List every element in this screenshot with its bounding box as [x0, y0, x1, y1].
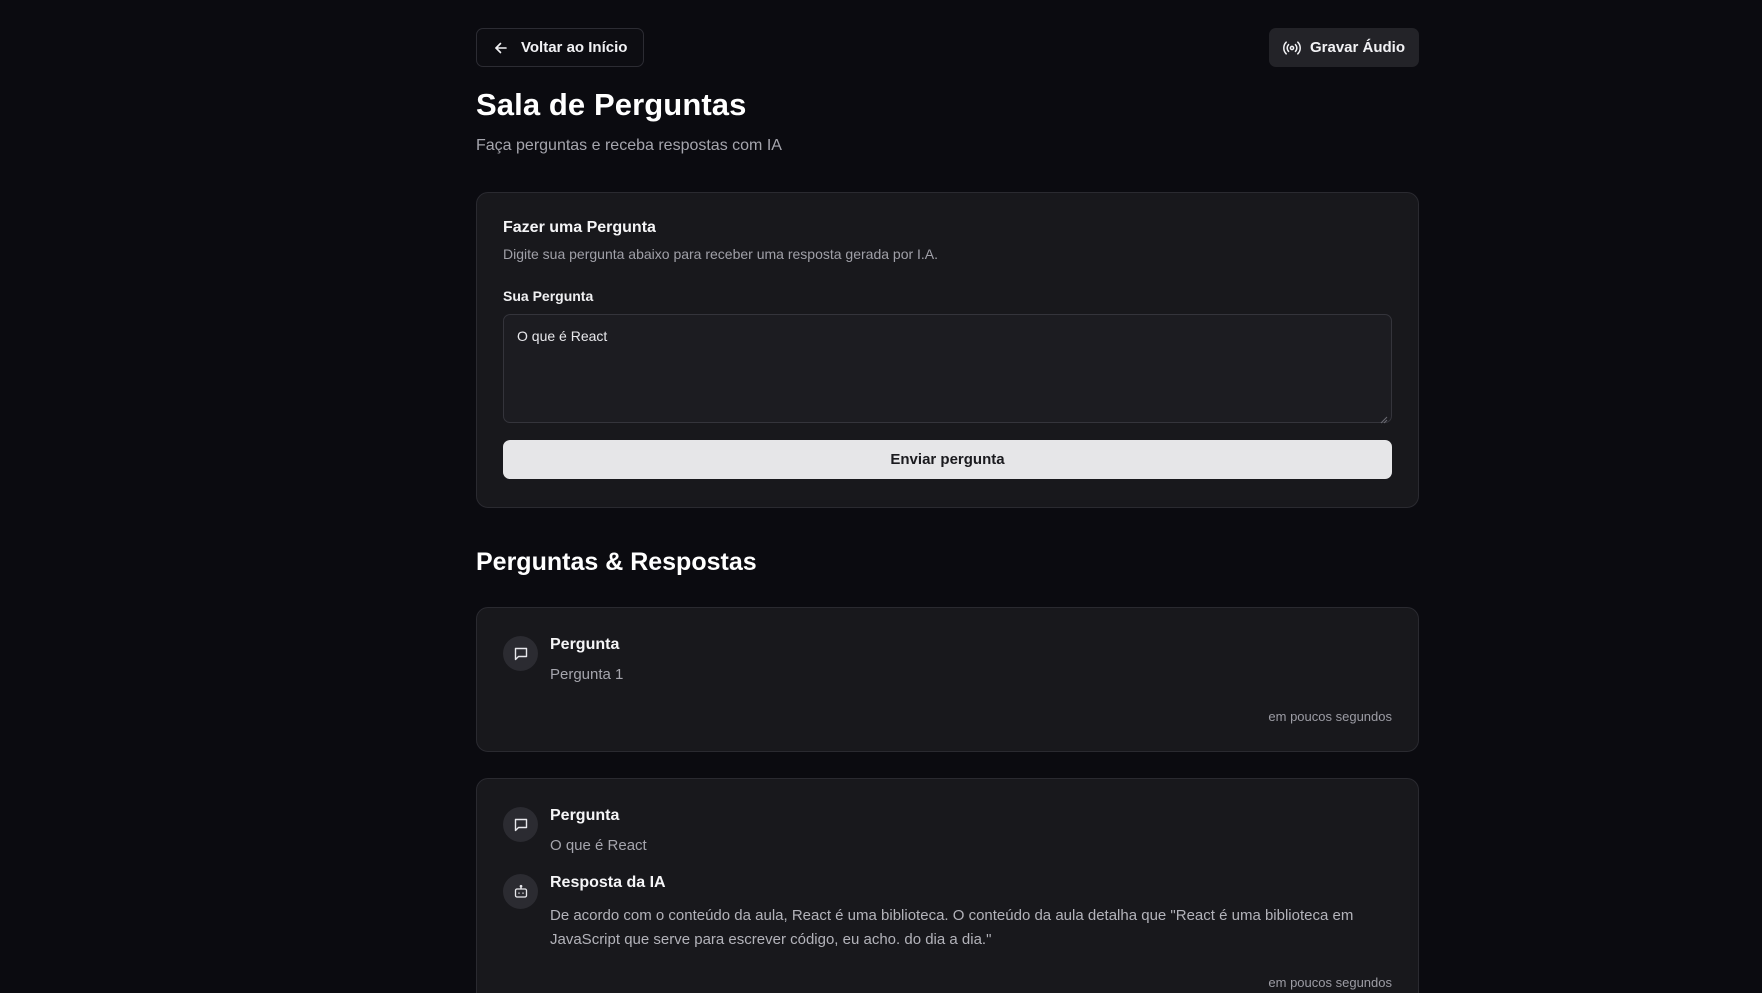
- message-square-icon: [513, 817, 529, 833]
- ask-question-card: Fazer uma Pergunta Digite sua pergunta a…: [476, 192, 1419, 508]
- bot-icon: [513, 884, 529, 900]
- question-textarea-value: O que é React: [517, 328, 608, 344]
- page-subtitle: Faça perguntas e receba respostas com IA: [476, 137, 782, 154]
- timestamp: em poucos segundos: [1268, 975, 1392, 990]
- back-to-home-label: Voltar ao Início: [521, 39, 628, 56]
- qa-section-title: Perguntas & Respostas: [476, 548, 757, 576]
- radio-broadcast-icon: [1283, 40, 1301, 56]
- back-to-home-button[interactable]: Voltar ao Início: [476, 28, 645, 67]
- page-title: Sala de Perguntas: [476, 87, 747, 122]
- question-heading: Pergunta: [550, 807, 620, 824]
- question-heading: Pergunta: [550, 636, 620, 653]
- timestamp: em poucos segundos: [1268, 709, 1392, 724]
- submit-question-button[interactable]: Enviar pergunta: [503, 440, 1392, 479]
- answer-heading: Resposta da IA: [550, 874, 666, 891]
- question-field-label: Sua Pergunta: [503, 288, 594, 304]
- question-avatar: [503, 807, 538, 842]
- main-container: Voltar ao Início Gravar Áudio Sala de Pe…: [476, 28, 1419, 993]
- question-text: Pergunta 1: [550, 666, 624, 683]
- question-content: Pergunta O que é React: [550, 807, 647, 854]
- answer-row: Resposta da IA De acordo com o conteúdo …: [503, 874, 1392, 952]
- answer-avatar: [503, 874, 538, 909]
- answer-text: De acordo com o conteúdo da aula, React …: [550, 907, 1354, 948]
- question-textarea[interactable]: O que é React: [503, 314, 1392, 424]
- question-row: Pergunta O que é React: [503, 807, 1392, 854]
- page: Voltar ao Início Gravar Áudio Sala de Pe…: [0, 0, 1762, 993]
- record-audio-button[interactable]: Gravar Áudio: [1268, 28, 1419, 67]
- resize-grip-icon[interactable]: [1380, 411, 1388, 424]
- question-content: Pergunta Pergunta 1: [550, 636, 623, 683]
- message-square-icon: [513, 646, 529, 662]
- qa-item: Pergunta O que é React Resposta da IA De…: [476, 778, 1419, 993]
- question-avatar: [503, 636, 538, 671]
- qa-item: Pergunta Pergunta 1 em poucos segundos: [476, 607, 1419, 752]
- ask-card-description: Digite sua pergunta abaixo para receber …: [503, 246, 939, 262]
- answer-content: Resposta da IA De acordo com o conteúdo …: [550, 874, 1390, 952]
- topbar: Voltar ao Início Gravar Áudio: [476, 28, 1419, 67]
- question-row: Pergunta Pergunta 1: [503, 636, 1392, 683]
- question-text: O que é React: [550, 837, 647, 854]
- ask-card-title: Fazer uma Pergunta: [503, 219, 656, 236]
- record-audio-label: Gravar Áudio: [1309, 39, 1405, 56]
- arrow-left-icon: [493, 40, 509, 56]
